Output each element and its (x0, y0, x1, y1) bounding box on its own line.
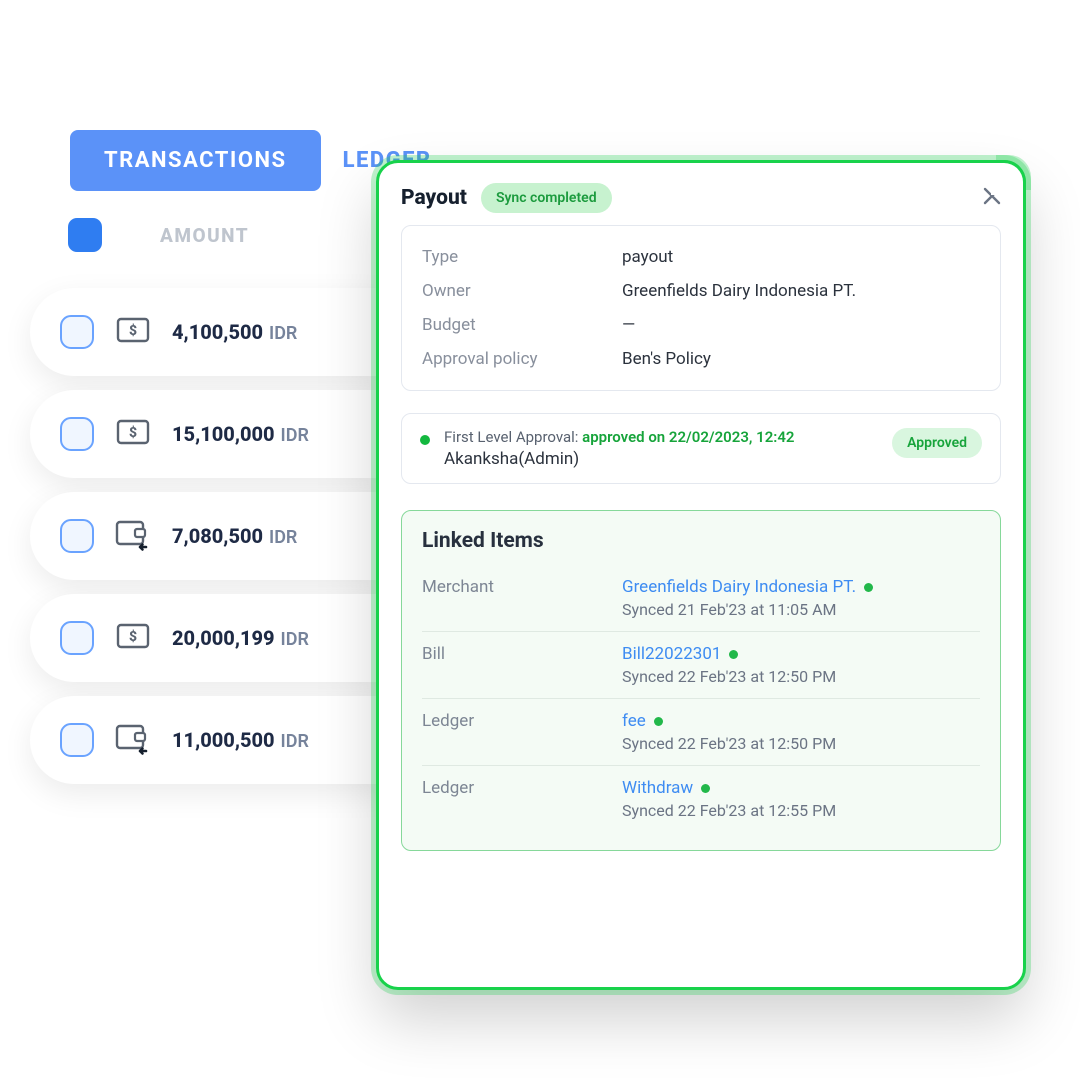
amount-cell: 15,100,000 IDR (172, 422, 309, 446)
linked-items-card: Linked Items Merchant Greenfields Dairy … (401, 510, 1001, 851)
row-checkbox[interactable] (60, 519, 94, 553)
svg-text:$: $ (129, 628, 137, 645)
sync-dot-icon (701, 784, 710, 793)
info-value-policy: Ben's Policy (622, 349, 711, 369)
approved-badge: Approved (892, 428, 982, 458)
payout-info-card: Typepayout OwnerGreenfields Dairy Indone… (401, 225, 1001, 391)
info-value-type: payout (622, 247, 673, 267)
amount-cell: 4,100,500 IDR (172, 320, 297, 344)
linked-label: Bill (422, 644, 622, 686)
cash-icon: $ (116, 315, 150, 349)
approval-user: Akanksha(Admin) (444, 449, 878, 469)
wallet-in-icon (116, 723, 150, 757)
wallet-in-icon (116, 519, 150, 553)
column-header-amount: AMOUNT (160, 224, 249, 247)
amount-cell: 11,000,500 IDR (172, 728, 309, 752)
info-value-budget: — (622, 315, 635, 335)
linked-sync-text: Synced 21 Feb'23 at 11:05 AM (622, 600, 980, 619)
svg-text:$: $ (129, 322, 137, 339)
linked-link[interactable]: Greenfields Dairy Indonesia PT. (622, 577, 856, 597)
transaction-row[interactable]: $ 4,100,500 IDR (30, 288, 390, 376)
transaction-row[interactable]: $ 15,100,000 IDR (30, 390, 390, 478)
info-label-policy: Approval policy (422, 349, 622, 369)
payout-panel: Payout Sync completed Typepayout OwnerGr… (376, 160, 1026, 990)
linked-link[interactable]: Withdraw (622, 778, 693, 798)
row-checkbox[interactable] (60, 621, 94, 655)
linked-row: Ledger fee Synced 22 Feb'23 at 12:50 PM (422, 699, 980, 766)
sync-dot-icon (864, 583, 873, 592)
linked-items-title: Linked Items (422, 529, 980, 553)
panel-title: Payout (401, 186, 467, 210)
sync-status-chip: Sync completed (481, 183, 612, 213)
linked-label: Ledger (422, 778, 622, 820)
linked-row: Ledger Withdraw Synced 22 Feb'23 at 12:55… (422, 766, 980, 832)
svg-text:$: $ (129, 424, 137, 441)
linked-label: Merchant (422, 577, 622, 619)
cash-icon: $ (116, 417, 150, 451)
column-indicator (68, 218, 102, 252)
transaction-row[interactable]: $ 20,000,199 IDR (30, 594, 390, 682)
approval-line: First Level Approval: approved on 22/02/… (444, 428, 878, 446)
row-checkbox[interactable] (60, 315, 94, 349)
linked-label: Ledger (422, 711, 622, 753)
amount-cell: 7,080,500 IDR (172, 524, 297, 548)
cash-icon: $ (116, 621, 150, 655)
sync-dot-icon (654, 717, 663, 726)
linked-sync-text: Synced 22 Feb'23 at 12:50 PM (622, 734, 980, 753)
linked-link[interactable]: fee (622, 711, 646, 731)
linked-sync-text: Synced 22 Feb'23 at 12:55 PM (622, 801, 980, 820)
linked-sync-text: Synced 22 Feb'23 at 12:50 PM (622, 667, 980, 686)
info-label-budget: Budget (422, 315, 622, 335)
info-label-type: Type (422, 247, 622, 267)
tab-transactions[interactable]: TRANSACTIONS (70, 130, 321, 191)
transaction-row[interactable]: 11,000,500 IDR (30, 696, 390, 784)
status-dot-icon (420, 435, 430, 445)
close-icon[interactable] (983, 186, 1001, 211)
linked-link[interactable]: Bill22022301 (622, 644, 721, 664)
sync-dot-icon (729, 650, 738, 659)
transaction-row[interactable]: 7,080,500 IDR (30, 492, 390, 580)
row-checkbox[interactable] (60, 417, 94, 451)
info-value-owner: Greenfields Dairy Indonesia PT. (622, 281, 856, 301)
row-checkbox[interactable] (60, 723, 94, 757)
info-label-owner: Owner (422, 281, 622, 301)
linked-row: Merchant Greenfields Dairy Indonesia PT.… (422, 565, 980, 632)
amount-cell: 20,000,199 IDR (172, 626, 309, 650)
transaction-list: $ 4,100,500 IDR $ 15,100,000 IDR 7,080,5… (30, 288, 390, 798)
approval-card: First Level Approval: approved on 22/02/… (401, 413, 1001, 484)
linked-row: Bill Bill22022301 Synced 22 Feb'23 at 12:… (422, 632, 980, 699)
